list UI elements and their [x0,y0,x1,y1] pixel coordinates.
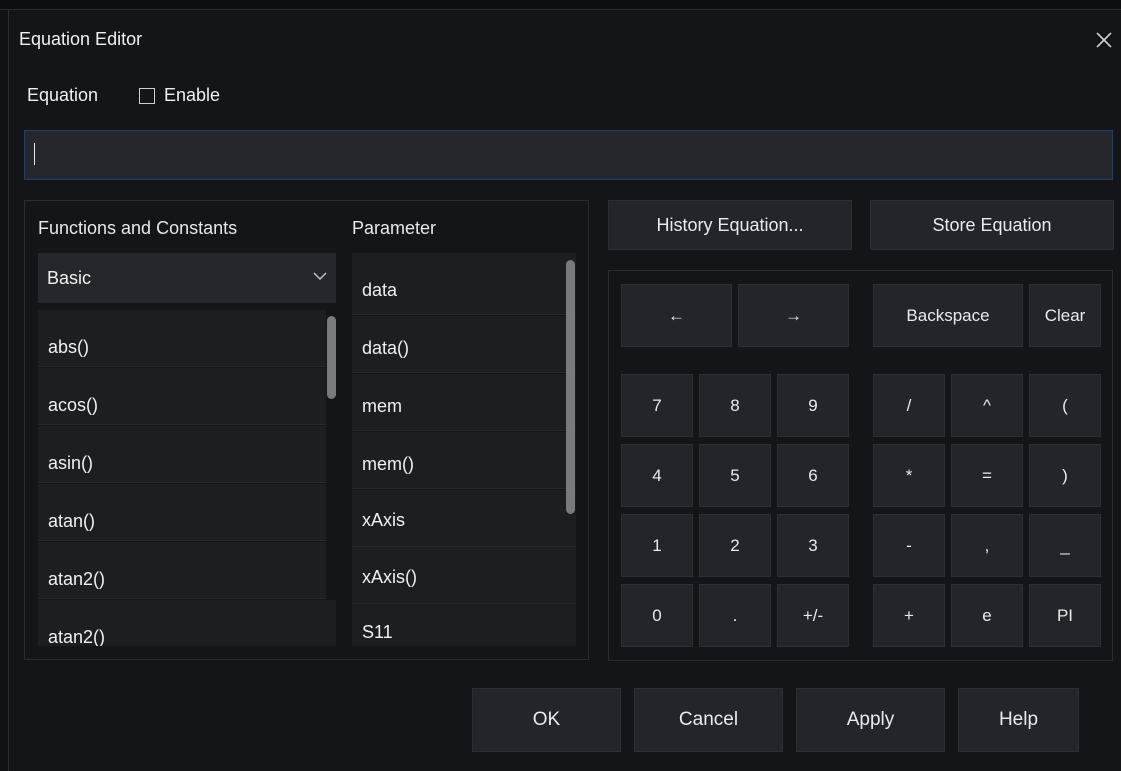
list-item[interactable]: mem [352,374,576,431]
clear-button[interactable]: Clear [1029,284,1101,347]
list-item[interactable]: acos() [38,368,326,425]
key-power[interactable]: ^ [951,374,1023,437]
key-underscore[interactable]: _ [1029,514,1101,577]
text-caret [34,143,35,165]
parameter-header: Parameter [352,218,437,238]
ok-button[interactable]: OK [472,688,621,752]
key-3[interactable]: 3 [777,514,849,577]
key-plus[interactable]: + [873,584,945,647]
top-strip [0,0,1121,10]
key-e[interactable]: e [951,584,1023,647]
history-equation-button[interactable]: History Equation... [608,200,852,250]
dialog-title: Equation Editor [19,29,143,49]
key-equals[interactable]: = [951,444,1023,507]
key-2[interactable]: 2 [699,514,771,577]
parameter-scrollbar[interactable] [566,260,575,514]
key-5[interactable]: 5 [699,444,771,507]
enable-label: Enable [164,85,221,105]
key-pi[interactable]: PI [1029,584,1101,647]
key-open-paren[interactable]: ( [1029,374,1101,437]
store-equation-button[interactable]: Store Equation [870,200,1114,250]
key-minus[interactable]: - [873,514,945,577]
list-item[interactable]: data() [352,316,576,373]
list-item[interactable]: atan2() [38,600,336,646]
key-4[interactable]: 4 [621,444,693,507]
functions-header: Functions and Constants [38,218,238,238]
category-value: Basic [47,268,92,288]
key-comma[interactable]: , [951,514,1023,577]
list-item[interactable]: xAxis [352,490,576,547]
functions-list[interactable]: abs() acos() asin() atan() atan2() atan2… [38,310,336,646]
list-item[interactable]: xAxis() [352,547,576,604]
checkbox-box[interactable] [139,87,155,104]
functions-scrollbar[interactable] [327,316,336,399]
close-icon[interactable] [1094,30,1114,50]
list-item[interactable]: atan() [38,484,326,541]
list-item[interactable]: atan2() [38,542,326,599]
enable-checkbox[interactable]: Enable [139,85,220,106]
key-close-paren[interactable]: ) [1029,444,1101,507]
key-8[interactable]: 8 [699,374,771,437]
list-item[interactable]: abs() [38,310,326,367]
equation-input[interactable] [24,130,1113,180]
key-7[interactable]: 7 [621,374,693,437]
list-item[interactable]: S11 [352,604,576,646]
category-dropdown[interactable]: Basic [38,253,336,303]
cancel-button[interactable]: Cancel [634,688,783,752]
key-decimal[interactable]: . [699,584,771,647]
equation-label: Equation [27,85,99,105]
apply-button[interactable]: Apply [796,688,945,752]
key-6[interactable]: 6 [777,444,849,507]
help-button[interactable]: Help [958,688,1079,752]
parameter-list[interactable]: data data() mem mem() xAxis xAxis() S11 [352,253,576,646]
key-9[interactable]: 9 [777,374,849,437]
key-plus-minus[interactable]: +/- [777,584,849,647]
list-item[interactable]: mem() [352,432,576,489]
list-item[interactable]: data [352,253,576,315]
key-0[interactable]: 0 [621,584,693,647]
key-divide[interactable]: / [873,374,945,437]
key-1[interactable]: 1 [621,514,693,577]
cursor-right-button[interactable]: → [738,284,849,347]
cursor-left-button[interactable]: ← [621,284,732,347]
chevron-down-icon [313,272,327,280]
backspace-button[interactable]: Backspace [873,284,1023,347]
list-item[interactable]: asin() [38,426,326,483]
key-multiply[interactable]: * [873,444,945,507]
